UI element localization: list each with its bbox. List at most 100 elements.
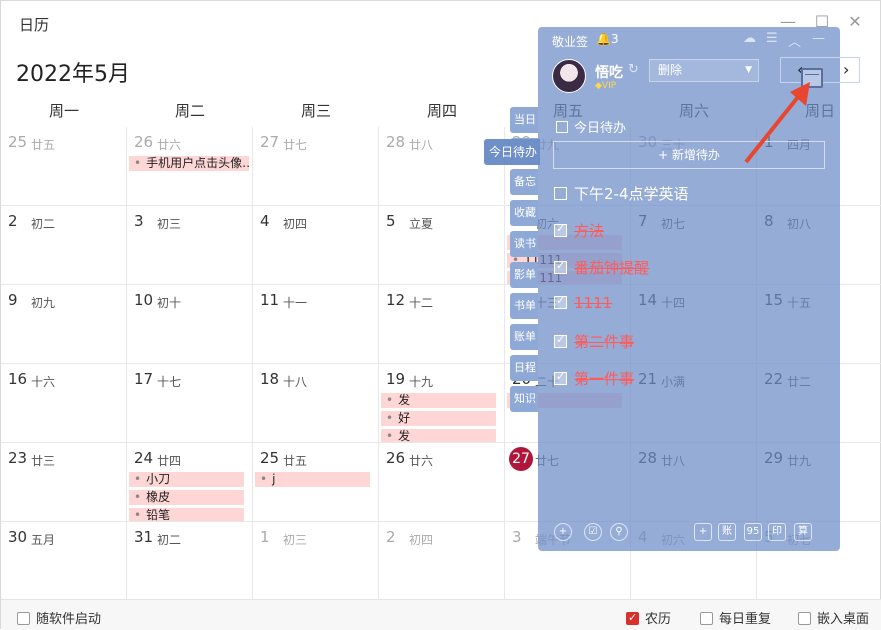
lunar-date: 廿八 [409, 138, 434, 152]
close-button[interactable]: ✕ [844, 11, 866, 33]
day-number: 3 [134, 212, 144, 230]
lunar-checkbox[interactable]: 农历 [626, 608, 671, 627]
day-number: 17 [134, 370, 154, 388]
todo-checkbox[interactable] [554, 259, 567, 274]
todo-checkbox[interactable] [554, 333, 567, 348]
checkbox-box[interactable] [798, 612, 811, 625]
counter-icon[interactable]: 95 [744, 523, 762, 541]
day-cell[interactable]: 1 初三 [253, 522, 379, 601]
lunar-date: 廿六 [409, 454, 434, 468]
day-cell[interactable]: 5 立夏 [379, 206, 505, 285]
event-item[interactable]: 发 [381, 429, 496, 442]
day-cell[interactable]: 25 廿五 [1, 127, 127, 206]
day-cell[interactable]: 27廿七 [253, 127, 379, 206]
day-cell[interactable]: 26廿六手机用户点击头像… [127, 127, 253, 206]
lunar-date: 十一 [283, 296, 308, 310]
day-cell[interactable]: 25廿五 j [253, 443, 379, 522]
month-title: 2022年5月 [16, 62, 130, 87]
day-cell[interactable]: 10 初十 [127, 285, 253, 364]
day-cell[interactable]: 9 初九 [1, 285, 127, 364]
day-cell[interactable]: 31 初二 [127, 522, 253, 601]
side-tab[interactable]: 知识 [510, 386, 538, 412]
collapse-icon[interactable]: ︿ [788, 31, 801, 50]
next-arrow-icon[interactable]: › [843, 60, 849, 79]
todo-item[interactable]: 第二件事 [554, 331, 634, 352]
menu-icon[interactable]: ☰ [766, 31, 778, 46]
ledger-icon[interactable]: 账 [718, 523, 736, 541]
day-cell[interactable]: 12 十二 [379, 285, 505, 364]
lunar-date: 廿三 [31, 454, 56, 468]
day-number: 9 [8, 291, 18, 309]
refresh-icon[interactable]: ↻ [628, 62, 639, 77]
side-tab[interactable]: 读书 [510, 231, 538, 257]
todo-checkbox[interactable] [554, 222, 567, 237]
day-cell[interactable]: 24廿四小刀橡皮铅笔 [127, 443, 253, 522]
autostart-checkbox[interactable]: 随软件启动 [17, 608, 101, 627]
embed-desktop-checkbox[interactable]: 嵌入桌面 [798, 608, 869, 627]
today-todo-section: 今日待办 [556, 117, 626, 136]
todo-item[interactable]: 番茄钟提醒 [554, 257, 649, 278]
todo-item[interactable]: 1111 [554, 294, 612, 312]
event-item[interactable]: 手机用户点击头像… [129, 156, 249, 171]
lunar-date: 立夏 [409, 217, 434, 231]
event-item[interactable]: 小刀 [129, 472, 244, 487]
todo-checkbox[interactable] [554, 370, 567, 385]
checkbox-box[interactable] [700, 612, 713, 625]
day-cell[interactable]: 23 廿三 [1, 443, 127, 522]
day-number: 27 [260, 133, 280, 151]
event-item[interactable]: 发 [381, 393, 496, 408]
lunar-date: 廿五 [31, 138, 56, 152]
day-cell[interactable]: 11 十一 [253, 285, 379, 364]
stamp-icon[interactable]: 印 [768, 523, 786, 541]
day-cell[interactable]: 3 初三 [127, 206, 253, 285]
side-tab[interactable]: 备忘 [510, 169, 538, 195]
today-todo-tab[interactable]: 今日待办 [484, 139, 540, 165]
search-icon[interactable]: ⚲ [610, 523, 628, 541]
calculator-icon[interactable]: 算 [794, 523, 812, 541]
day-cell[interactable]: 18 十八 [253, 364, 379, 443]
event-item[interactable]: 橡皮 [129, 490, 244, 505]
checklist-icon[interactable]: ☑ [584, 523, 602, 541]
bell-count: 3 [610, 32, 619, 46]
day-cell[interactable]: 2 初二 [1, 206, 127, 285]
side-tab[interactable]: 收藏 [510, 200, 538, 226]
todo-item[interactable]: 第一件事 [554, 368, 634, 389]
username: 悟吃 [595, 65, 623, 81]
widget-minimize-icon[interactable]: — [812, 31, 825, 46]
bell-icon[interactable]: 🔔3 [596, 32, 619, 46]
todo-item[interactable]: 方法 [554, 220, 604, 241]
day-cell[interactable]: 4 初四 [253, 206, 379, 285]
day-cell[interactable]: 26 廿六 [379, 443, 505, 522]
event-item[interactable]: 好 [381, 411, 496, 426]
todo-item[interactable]: 下午2-4点学英语 [554, 183, 689, 204]
side-tab[interactable]: 影单 [510, 262, 538, 288]
avatar[interactable] [552, 59, 586, 93]
day-number: 19 [386, 370, 406, 388]
day-cell[interactable]: 17 十七 [127, 364, 253, 443]
day-number: 2 [386, 528, 396, 546]
side-tab[interactable]: 书单 [510, 293, 538, 319]
checkbox-box[interactable] [626, 611, 639, 625]
add-icon[interactable]: + [554, 523, 572, 541]
day-cell[interactable]: 19十九发好发 [379, 364, 505, 443]
side-tab[interactable]: 账单 [510, 324, 538, 350]
todo-checkbox[interactable] [554, 187, 567, 200]
todo-text: 第一件事 [574, 370, 635, 388]
day-number: 25 [260, 449, 280, 467]
daily-repeat-checkbox[interactable]: 每日重复 [700, 608, 771, 627]
day-number: 3 [512, 528, 522, 546]
side-tab[interactable]: 当日 [510, 107, 538, 133]
day-cell[interactable]: 2 初四 [379, 522, 505, 601]
event-item[interactable]: 铅笔 [129, 508, 244, 521]
event-item[interactable]: j [255, 472, 370, 487]
todo-checkbox[interactable] [554, 294, 567, 309]
cloud-icon[interactable]: ☁ [743, 31, 756, 46]
today-badge: 27 [509, 447, 533, 471]
lunar-date: 十七 [157, 375, 182, 389]
side-tab[interactable]: 日程 [510, 355, 538, 381]
day-cell[interactable]: 30 五月 [1, 522, 127, 601]
day-cell[interactable]: 16 十六 [1, 364, 127, 443]
add-note-icon[interactable]: + [694, 523, 712, 541]
day-number: 26 [134, 133, 154, 151]
checkbox-box[interactable] [17, 612, 30, 625]
